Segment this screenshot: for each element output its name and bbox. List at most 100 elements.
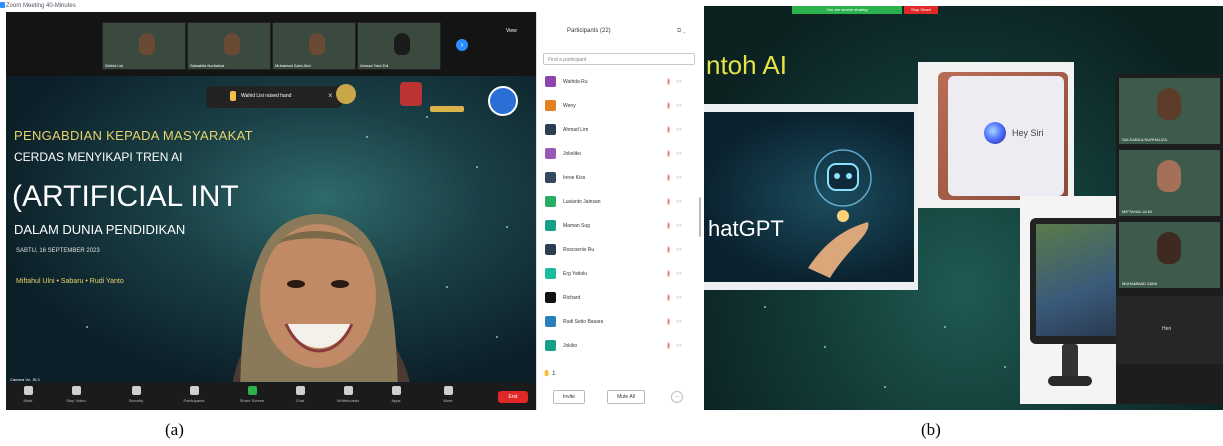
scrollbar[interactable] <box>699 197 701 237</box>
siri-orb-icon <box>984 122 1006 144</box>
participant-row[interactable]: Jokeliko ∦ ▭ <box>543 146 693 164</box>
mic-muted-icon[interactable]: ∦ <box>667 318 670 325</box>
raised-hands-value: 1 <box>552 371 556 377</box>
camera-icon[interactable]: ▭ <box>676 222 682 229</box>
mic-muted-icon[interactable]: ∦ <box>667 270 670 277</box>
participant-row[interactable]: Rudi Setio Basara ∦ ▭ <box>543 314 693 332</box>
camera-icon[interactable]: ▭ <box>676 150 682 157</box>
panel-popout-icon[interactable]: ⧉ ⌄ <box>677 28 686 35</box>
camera-icon[interactable]: ▭ <box>676 342 682 349</box>
video-thumbnail[interactable]: Ahmad Yani Edi <box>357 22 441 70</box>
program-logo <box>430 106 464 112</box>
apps-button[interactable]: Apps <box>378 386 414 403</box>
camera-icon[interactable]: ▭ <box>676 78 682 85</box>
participant-face <box>139 33 155 55</box>
share-screen-icon <box>247 386 257 395</box>
mic-muted-icon[interactable]: ∦ <box>667 294 670 301</box>
avatar <box>545 244 556 255</box>
video-thumbnail[interactable]: Wahid Lisi <box>102 22 186 70</box>
mic-muted-icon[interactable]: ∦ <box>667 174 670 181</box>
end-meeting-button[interactable]: End <box>498 391 528 403</box>
slide-date: SABTU, 16 SEPTEMBER 2023 <box>16 248 100 254</box>
participant-row[interactable]: Jokiko ∦ ▭ <box>543 338 693 356</box>
notification-text: Wahid Lisi raised hand <box>241 93 292 99</box>
camera-icon[interactable]: ▭ <box>676 174 682 181</box>
participant-row[interactable]: Maman Sug ∦ ▭ <box>543 218 693 236</box>
gps-device <box>1030 218 1122 344</box>
tile-name: MIFTAHUL ULNI <box>1122 209 1152 214</box>
mute-all-button[interactable]: Mute All <box>607 390 645 404</box>
avatar <box>545 124 556 135</box>
mic-muted-icon[interactable]: ∦ <box>667 198 670 205</box>
mic-muted-icon[interactable]: ∦ <box>667 222 670 229</box>
participant-search-input[interactable]: Find a participant <box>543 53 695 65</box>
siri-image: Hey Siri <box>918 62 1074 208</box>
participant-row[interactable]: Richard ∦ ▭ <box>543 290 693 308</box>
more-button[interactable]: More <box>430 386 466 403</box>
stop-video-button[interactable]: Stop Video <box>58 386 94 403</box>
meeting-toolbar: Mute Stop Video Security Participants Sh… <box>6 383 536 410</box>
mic-muted-icon[interactable]: ∦ <box>667 246 670 253</box>
toolbar-label: Share Screen <box>239 398 265 403</box>
chat-button[interactable]: Chat <box>282 386 318 403</box>
window-title: Zoom Meeting 40-Minutes <box>6 3 76 9</box>
camera-icon[interactable]: ▭ <box>676 126 682 133</box>
siri-label: Hey Siri <box>1012 128 1044 138</box>
zoom-logo-icon <box>0 2 5 8</box>
gallery-video-tile[interactable]: MUHAMMAD ZAINI <box>1119 222 1220 288</box>
camera-off-tile[interactable]: Heri <box>1116 296 1223 364</box>
participant-name: Jokeliko <box>563 151 582 157</box>
more-options-button[interactable]: ··· <box>671 391 683 403</box>
stop-share-button[interactable]: Stop Share <box>904 6 938 14</box>
camera-icon[interactable]: ▭ <box>676 294 682 301</box>
toolbar-label: Whiteboards <box>336 398 360 403</box>
next-page-icon[interactable]: › <box>456 39 468 51</box>
mic-muted-icon[interactable]: ∦ <box>667 342 670 349</box>
mute-button[interactable]: Mute <box>10 386 46 403</box>
tile-name: MUHAMMAD ZAINI <box>1122 281 1158 286</box>
participant-name: Lusianto Jainsan <box>563 199 601 205</box>
participant-face <box>1157 160 1181 192</box>
camera-icon[interactable]: ▭ <box>676 270 682 277</box>
whiteboards-button[interactable]: Whiteboards <box>330 386 366 403</box>
camera-icon[interactable]: ▭ <box>676 198 682 205</box>
participants-button[interactable]: Participants <box>176 386 212 403</box>
invite-button[interactable]: Invite <box>553 390 585 404</box>
thumbnail-name: Muhamad Zaini Abd <box>275 63 311 68</box>
mic-muted-icon[interactable]: ∦ <box>667 78 670 85</box>
sharing-status[interactable]: You are screen sharing <box>792 6 902 14</box>
apps-icon <box>391 386 401 395</box>
camera-icon[interactable]: ▭ <box>676 102 682 109</box>
toolbar-label: More <box>443 398 453 403</box>
mic-muted-icon[interactable]: ∦ <box>667 102 670 109</box>
toolbar-label: Security <box>128 398 144 403</box>
view-button[interactable]: View <box>506 28 517 34</box>
video-thumbnail[interactable]: Muhamad Zaini Abd <box>272 22 356 70</box>
gallery-video-tile[interactable]: MIFTAHUL ULNI <box>1119 150 1220 216</box>
participant-row[interactable]: Irene Kiss ∦ ▭ <box>543 170 693 188</box>
participant-row[interactable]: Wahida Ru ∦ ▭ <box>543 74 693 92</box>
participant-gallery: SALSABILA NURHALIZA MIFTAHUL ULNI MUHAMM… <box>1116 74 1223 404</box>
mic-muted-icon[interactable]: ∦ <box>667 126 670 133</box>
gps-map-screen <box>1036 224 1116 336</box>
participant-row[interactable]: Lusianto Jainsan ∦ ▭ <box>543 194 693 212</box>
slide-title: (ARTIFICIAL INT <box>12 180 239 213</box>
raised-hand-icon <box>230 91 236 101</box>
gallery-video-tile[interactable]: SALSABILA NURHALIZA <box>1119 78 1220 144</box>
camera-icon[interactable]: ▭ <box>676 246 682 253</box>
avatar <box>545 172 556 183</box>
people-icon <box>189 386 199 395</box>
mic-muted-icon[interactable]: ∦ <box>667 150 670 157</box>
security-button[interactable]: Security <box>118 386 154 403</box>
share-screen-button[interactable]: Share Screen <box>234 386 270 403</box>
participant-name: Richard <box>563 295 581 301</box>
toolbar-label: Stop Video <box>66 398 86 403</box>
participant-row[interactable]: Roscoenis Ru ∦ ▭ <box>543 242 693 260</box>
participant-row[interactable]: Erg Yatiolu ∦ ▭ <box>543 266 693 284</box>
camera-icon[interactable]: ▭ <box>676 318 682 325</box>
participant-row[interactable]: Ahmad Lim ∦ ▭ <box>543 122 693 140</box>
video-thumbnail[interactable]: Salsabila Nurhaliza <box>187 22 271 70</box>
participant-row[interactable]: Weny ∦ ▭ <box>543 98 693 116</box>
thumbnail-name: Ahmad Yani Edi <box>360 63 389 68</box>
close-icon[interactable]: × <box>328 91 333 100</box>
